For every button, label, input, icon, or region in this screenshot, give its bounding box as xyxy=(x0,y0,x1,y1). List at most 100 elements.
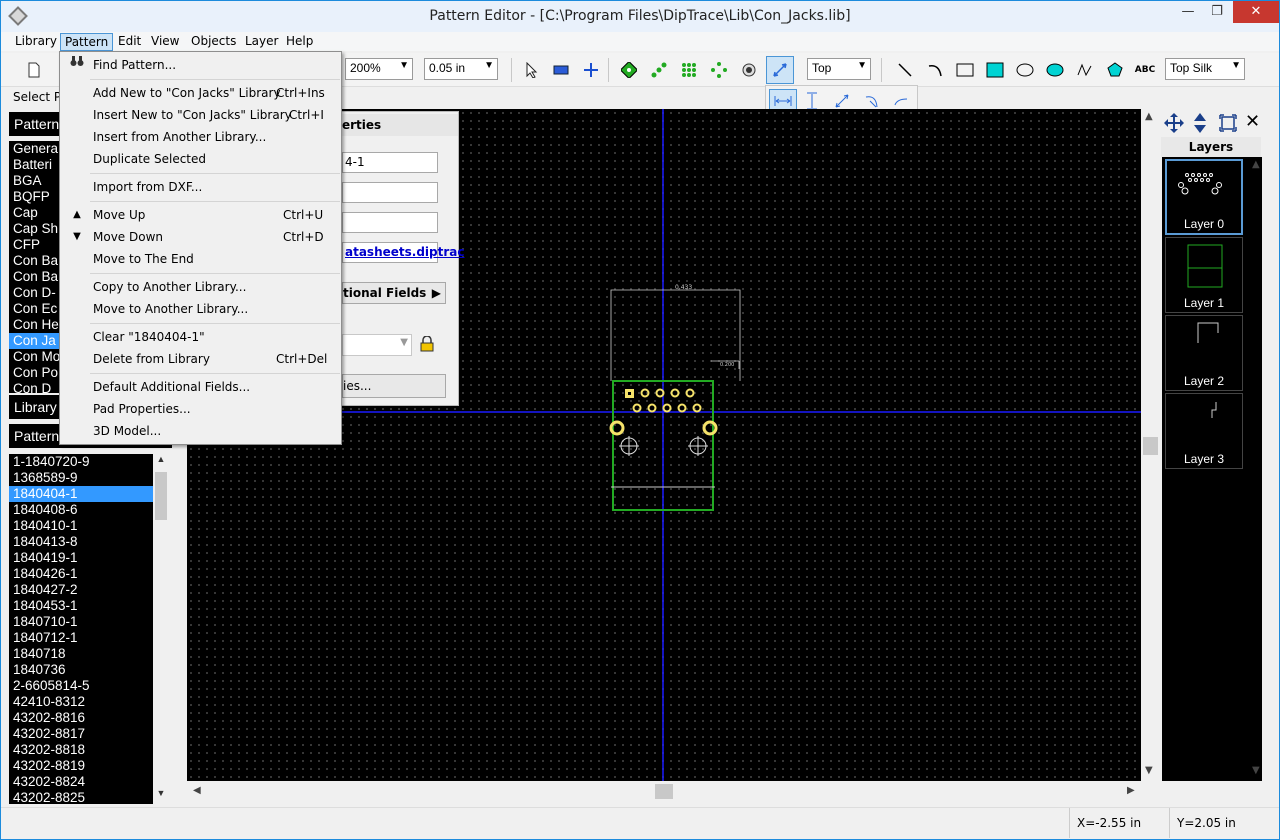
mount-hole-icon[interactable] xyxy=(738,59,760,81)
menu-copy-to-library[interactable]: Copy to Another Library... xyxy=(61,276,340,298)
pattern-item[interactable]: 1840710-1 xyxy=(9,614,153,630)
filled-rectangle-icon[interactable] xyxy=(984,59,1006,81)
pattern-item[interactable]: 1-1840720-9 xyxy=(9,454,153,470)
pad-row-icon[interactable] xyxy=(648,59,670,81)
ellipse-icon[interactable] xyxy=(1014,59,1036,81)
close-button[interactable]: ✕ xyxy=(1233,1,1279,23)
menu-find-pattern[interactable]: Find Pattern... xyxy=(61,54,340,76)
scroll-up-icon[interactable]: ▲ xyxy=(1145,111,1153,122)
menu-pad-properties[interactable]: Pad Properties... xyxy=(61,398,340,420)
menu-delete-from-library[interactable]: Delete from Library Ctrl+Del xyxy=(61,348,340,370)
pattern-item[interactable]: 1840718 xyxy=(9,646,153,662)
pattern-item[interactable]: 1840426-1 xyxy=(9,566,153,582)
minimize-button[interactable]: — xyxy=(1173,1,1203,23)
menu-pattern[interactable]: Pattern xyxy=(60,33,114,51)
new-file-icon[interactable] xyxy=(23,59,45,81)
pattern-item[interactable]: 43202-8818 xyxy=(9,742,153,758)
menu-clear-pattern[interactable]: Clear "1840404-1" xyxy=(61,326,340,348)
pattern-item[interactable]: 1840453-1 xyxy=(9,598,153,614)
layer-3-thumb[interactable]: Layer 3 xyxy=(1165,393,1243,469)
pattern-item[interactable]: 43202-8819 xyxy=(9,758,153,774)
menu-move-to-library[interactable]: Move to Another Library... xyxy=(61,298,340,320)
menu-move-to-end[interactable]: Move to The End xyxy=(61,248,340,270)
datasheet-link[interactable]: atasheets.diptrac xyxy=(342,242,465,263)
additional-fields-button[interactable]: tional Fields ▶ xyxy=(342,282,446,304)
pattern-name-field[interactable]: 4-1 xyxy=(342,152,438,173)
pattern-item[interactable]: 2-6605814-5 xyxy=(9,678,153,694)
pad-array-icon[interactable] xyxy=(678,59,700,81)
grid-select[interactable]: 0.05 in ▼ xyxy=(424,58,498,80)
pattern-item[interactable]: 42410-8312 xyxy=(9,694,153,710)
scroll-right-icon[interactable]: ▶ xyxy=(1127,785,1135,796)
dimension-tool-icon[interactable] xyxy=(766,56,794,84)
menu-3d-model[interactable]: 3D Model... xyxy=(61,420,340,442)
layer-select[interactable]: Top Silk ▼ xyxy=(1165,58,1245,80)
layers-scrollbar[interactable]: ▲ ▼ xyxy=(1249,109,1265,781)
pattern-list[interactable]: 1-1840720-9 1368589-9 1840404-1 1840408-6 18… xyxy=(9,454,169,804)
lock-icon[interactable] xyxy=(420,335,434,352)
canvas-vertical-scrollbar[interactable]: ▲ ▼ xyxy=(1142,109,1159,781)
menu-default-additional-fields[interactable]: Default Additional Fields... xyxy=(61,376,340,398)
rectangle-icon[interactable] xyxy=(954,59,976,81)
menu-insert-from-library[interactable]: Insert from Another Library... xyxy=(61,126,340,148)
scroll-up-icon[interactable]: ▲ xyxy=(1252,159,1260,170)
scroll-thumb[interactable] xyxy=(655,784,673,799)
arc-icon[interactable] xyxy=(924,59,946,81)
pad-icon[interactable] xyxy=(618,59,640,81)
filled-ellipse-icon[interactable] xyxy=(1044,59,1066,81)
zoom-select[interactable]: 200% ▼ xyxy=(345,58,413,80)
pattern-value-field[interactable] xyxy=(342,182,438,203)
pattern-item[interactable]: 1840404-1 xyxy=(9,486,153,502)
scroll-left-icon[interactable]: ◀ xyxy=(193,785,201,796)
text-tool-icon[interactable]: ABC xyxy=(1134,59,1156,81)
scroll-thumb[interactable] xyxy=(1143,437,1158,455)
layer-0-thumb[interactable]: Layer 0 xyxy=(1165,159,1243,235)
line-icon[interactable] xyxy=(894,59,916,81)
ruler-icon[interactable] xyxy=(550,59,572,81)
menu-layer[interactable]: Layer xyxy=(241,33,282,51)
pattern-item[interactable]: 1840427-2 xyxy=(9,582,153,598)
move-icon[interactable] xyxy=(1163,112,1185,134)
menu-objects[interactable]: Objects xyxy=(187,33,240,51)
pattern-item[interactable]: 1840410-1 xyxy=(9,518,153,534)
pattern-item[interactable]: 43202-8824 xyxy=(9,774,153,790)
pad-diamond-icon[interactable] xyxy=(708,59,730,81)
polyline-icon[interactable] xyxy=(1074,59,1096,81)
menu-edit[interactable]: Edit xyxy=(114,33,145,51)
scroll-down-icon[interactable]: ▼ xyxy=(1252,765,1260,776)
pattern-item[interactable]: 1840413-8 xyxy=(9,534,153,550)
menu-import-dxf[interactable]: Import from DXF... xyxy=(61,176,340,198)
pattern-item[interactable]: 1840419-1 xyxy=(9,550,153,566)
pattern-item[interactable]: 1840736 xyxy=(9,662,153,678)
menu-help[interactable]: Help xyxy=(282,33,317,51)
polygon-icon[interactable] xyxy=(1104,59,1126,81)
scroll-down-icon[interactable]: ▼ xyxy=(1145,765,1153,776)
side-select[interactable]: Top ▼ xyxy=(807,58,871,80)
scroll-thumb[interactable] xyxy=(155,472,167,520)
pointer-icon[interactable] xyxy=(520,59,542,81)
canvas-horizontal-scrollbar[interactable]: ◀ ▶ xyxy=(187,783,1141,800)
scroll-up-icon[interactable]: ▲ xyxy=(153,454,169,470)
menu-insert-new[interactable]: Insert New to "Con Jacks" Library Ctrl+I xyxy=(61,104,340,126)
layer-1-thumb[interactable]: Layer 1 xyxy=(1165,237,1243,313)
move-up-down-icon[interactable] xyxy=(1193,112,1207,134)
pattern-list-scrollbar[interactable]: ▲ ▼ xyxy=(153,454,169,804)
model-select[interactable]: ▼ xyxy=(342,334,412,356)
fit-icon[interactable] xyxy=(1219,114,1237,132)
layer-2-thumb[interactable]: Layer 2 xyxy=(1165,315,1243,391)
menu-move-up[interactable]: ▲ Move Up Ctrl+U xyxy=(61,204,340,226)
pattern-refdes-field[interactable] xyxy=(342,212,438,233)
origin-cross-icon[interactable] xyxy=(580,59,602,81)
pattern-item[interactable]: 1840408-6 xyxy=(9,502,153,518)
pattern-item[interactable]: 43202-8816 xyxy=(9,710,153,726)
maximize-button[interactable]: ❐ xyxy=(1203,1,1231,23)
pattern-item[interactable]: 1840712-1 xyxy=(9,630,153,646)
menu-add-new[interactable]: Add New to "Con Jacks" Library Ctrl+Ins xyxy=(61,82,340,104)
pattern-item[interactable]: 1368589-9 xyxy=(9,470,153,486)
menu-view[interactable]: View xyxy=(147,33,183,51)
menu-move-down[interactable]: ▼ Move Down Ctrl+D xyxy=(61,226,340,248)
pad-properties-button[interactable]: ies... xyxy=(342,374,446,398)
pattern-item[interactable]: 43202-8825 xyxy=(9,790,153,804)
scroll-down-icon[interactable]: ▼ xyxy=(153,788,169,804)
pattern-item[interactable]: 43202-8817 xyxy=(9,726,153,742)
